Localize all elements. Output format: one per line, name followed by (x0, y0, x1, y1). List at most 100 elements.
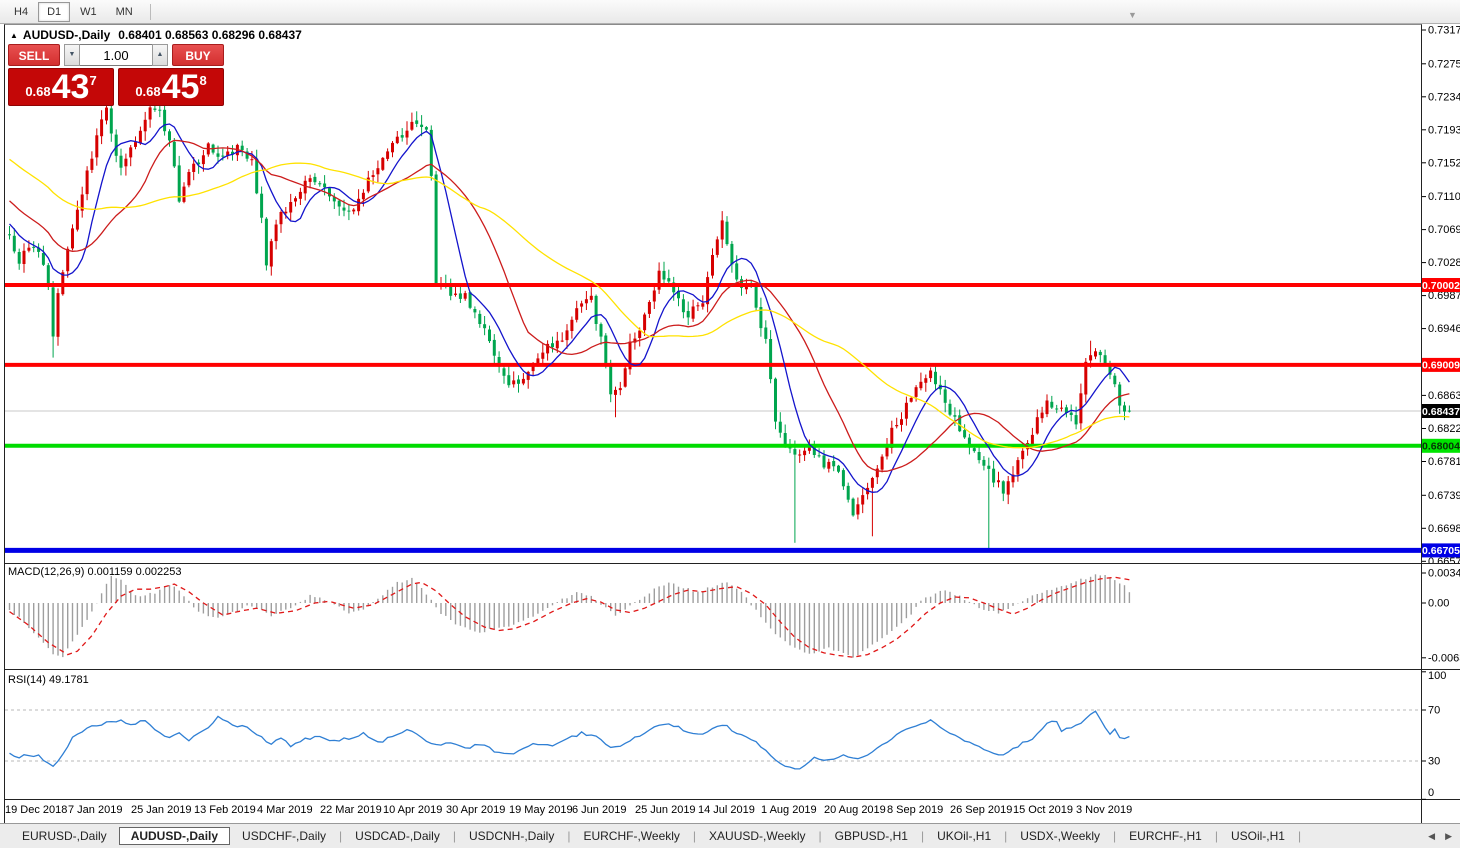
svg-text:0: 0 (1428, 787, 1434, 799)
sell-price-sup: 7 (89, 73, 96, 88)
date-axis-label: 4 Mar 2019 (257, 804, 313, 816)
tab-scroll-right-icon[interactable]: ▶ (1445, 831, 1452, 841)
svg-text:0.68437: 0.68437 (1422, 406, 1460, 418)
date-axis-label: 15 Oct 2019 (1013, 804, 1073, 816)
svg-text:30: 30 (1428, 756, 1440, 768)
svg-text:0.68630: 0.68630 (1428, 390, 1460, 402)
svg-text:0.71100: 0.71100 (1428, 191, 1460, 203)
svg-text:0.67810: 0.67810 (1428, 456, 1460, 468)
date-axis-label: 1 Aug 2019 (761, 804, 817, 816)
symbol-tab-usdcad-daily[interactable]: USDCAD-,Daily (343, 827, 452, 845)
svg-text:0.00349: 0.00349 (1428, 568, 1460, 580)
chart-title: ▲ AUDUSD-,Daily 0.68401 0.68563 0.68296 0.… (10, 28, 302, 42)
date-axis-label: 22 Mar 2019 (320, 804, 382, 816)
date-axis-label: 25 Jun 2019 (635, 804, 696, 816)
svg-text:0.66705: 0.66705 (1422, 545, 1460, 557)
svg-text:0.68220: 0.68220 (1428, 423, 1460, 435)
volume-input[interactable] (80, 44, 152, 66)
symbol-tab-audusd-daily[interactable]: AUDUSD-,Daily (119, 827, 230, 845)
timeframe-button-h4[interactable]: H4 (5, 2, 37, 22)
symbol-tab-usoil-h1[interactable]: USOil-,H1 (1219, 827, 1297, 845)
chart-window: 0.73170 0.72750 0.72340 0.71930 0.71520 0.711… (0, 24, 1460, 823)
tab-separator: | (453, 829, 456, 843)
symbol-tab-usdcnh-daily[interactable]: USDCNH-,Daily (457, 827, 566, 845)
one-click-trade-panel: SELL ▼ ▲ BUY 0.68437 0.68458 (8, 44, 224, 106)
date-axis-label: 19 Dec 2018 (5, 804, 67, 816)
tab-separator: | (693, 829, 696, 843)
rsi-panel-canvas[interactable]: 100 70 30 0 (0, 670, 1460, 800)
buy-price-button[interactable]: 0.68458 (118, 68, 224, 106)
date-axis-label: 26 Sep 2019 (950, 804, 1012, 816)
collapse-triangle-icon[interactable]: ▲ (10, 31, 18, 40)
svg-text:100: 100 (1428, 670, 1446, 682)
timeframe-button-d1[interactable]: D1 (38, 2, 70, 22)
date-axis[interactable]: 19 Dec 20187 Jan 2019 25 Jan 201913 Feb 2… (0, 800, 1460, 823)
sell-price-button[interactable]: 0.68437 (8, 68, 114, 106)
svg-text:0.67390: 0.67390 (1428, 490, 1460, 502)
date-axis-label: 6 Jun 2019 (572, 804, 626, 816)
symbol-tab-gbpusd-h1[interactable]: GBPUSD-,H1 (823, 827, 920, 845)
sell-price-prefix: 0.68 (25, 84, 50, 99)
macd-indicator-label: MACD(12,26,9) 0.001159 0.002253 (8, 566, 181, 578)
buy-button[interactable]: BUY (172, 44, 224, 66)
svg-text:0.70690: 0.70690 (1428, 224, 1460, 236)
symbol-tab-xauusd-weekly[interactable]: XAUUSD-,Weekly (697, 827, 817, 845)
svg-text:0.71930: 0.71930 (1428, 124, 1460, 136)
date-axis-label: 14 Jul 2019 (698, 804, 755, 816)
date-axis-label: 20 Aug 2019 (824, 804, 886, 816)
sell-button[interactable]: SELL (8, 44, 60, 66)
spin-down-icon: ▼ (69, 51, 76, 58)
svg-text:0.66980: 0.66980 (1428, 523, 1460, 535)
tab-separator: | (567, 829, 570, 843)
timeframe-button-w1[interactable]: W1 (71, 2, 106, 22)
tab-separator: | (921, 829, 924, 843)
date-axis-label: 13 Feb 2019 (194, 804, 256, 816)
svg-text:0.72340: 0.72340 (1428, 91, 1460, 103)
date-axis-label: 19 May 2019 (509, 804, 573, 816)
svg-text:0.69460: 0.69460 (1428, 323, 1460, 335)
volume-increase-button[interactable]: ▲ (152, 44, 168, 66)
date-axis-label: 25 Jan 2019 (131, 804, 192, 816)
svg-text:0.70002: 0.70002 (1422, 280, 1460, 292)
svg-text:0.71520: 0.71520 (1428, 157, 1460, 169)
timeframe-button-mn[interactable]: MN (107, 2, 142, 22)
macd-panel-canvas[interactable]: 0.00349 0.00 -0.00637 (0, 563, 1460, 670)
chart-shift-marker-icon: ▼ (1128, 11, 1137, 20)
tab-separator: | (1113, 829, 1116, 843)
date-axis-label: 7 Jan 2019 (68, 804, 122, 816)
svg-text:0.73170: 0.73170 (1428, 25, 1460, 37)
buy-price-prefix: 0.68 (135, 84, 160, 99)
tab-scroll-left-icon[interactable]: ◀ (1428, 831, 1435, 841)
svg-text:-0.00637: -0.00637 (1428, 652, 1460, 664)
symbol-tab-eurchf-weekly[interactable]: EURCHF-,Weekly (571, 827, 691, 845)
symbol-tabbar: EURUSD-,DailyAUDUSD-,DailyUSDCHF-,Daily|… (0, 823, 1460, 848)
svg-text:0.00: 0.00 (1428, 598, 1449, 610)
symbol-tab-usdx-weekly[interactable]: USDX-,Weekly (1008, 827, 1112, 845)
svg-text:70: 70 (1428, 705, 1440, 717)
date-axis-label: 8 Sep 2019 (887, 804, 943, 816)
svg-text:0.68004: 0.68004 (1422, 441, 1460, 453)
svg-text:0.69009: 0.69009 (1422, 360, 1460, 372)
chart-symbol-label: AUDUSD-,Daily (23, 28, 110, 42)
date-axis-label: 3 Nov 2019 (1076, 804, 1132, 816)
volume-decrease-button[interactable]: ▼ (64, 44, 80, 66)
sell-price-main: 43 (52, 71, 90, 104)
tab-separator: | (1215, 829, 1218, 843)
svg-text:0.70280: 0.70280 (1428, 257, 1460, 269)
symbol-tab-ukoil-h1[interactable]: UKOil-,H1 (925, 827, 1003, 845)
tab-separator: | (1004, 829, 1007, 843)
symbol-tab-eurchf-h1[interactable]: EURCHF-,H1 (1117, 827, 1214, 845)
buy-price-sup: 8 (199, 73, 206, 88)
symbol-tab-eurusd-daily[interactable]: EURUSD-,Daily (10, 827, 119, 845)
date-axis-label: 10 Apr 2019 (383, 804, 442, 816)
date-axis-label: 30 Apr 2019 (446, 804, 505, 816)
symbol-tab-usdchf-daily[interactable]: USDCHF-,Daily (230, 827, 338, 845)
timeframe-toolbar: H4D1W1MN (0, 0, 1460, 24)
buy-price-main: 45 (162, 71, 200, 104)
chart-ohlc-values: 0.68401 0.68563 0.68296 0.68437 (118, 28, 302, 42)
toolbar-separator (150, 4, 151, 20)
spin-up-icon: ▲ (157, 51, 164, 58)
tab-separator: | (339, 829, 342, 843)
svg-text:0.72750: 0.72750 (1428, 58, 1460, 70)
tab-separator: | (1298, 829, 1301, 843)
